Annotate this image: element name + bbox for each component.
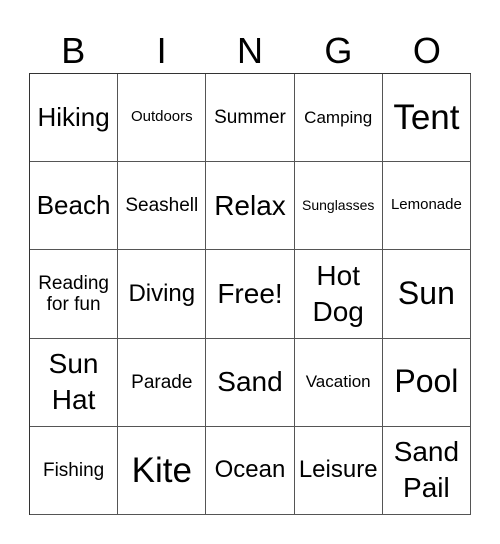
bingo-header: B I N G O bbox=[29, 30, 471, 72]
bingo-cell[interactable]: Relax bbox=[206, 162, 295, 251]
bingo-cell[interactable]: Camping bbox=[294, 74, 383, 163]
bingo-cell[interactable]: Hiking bbox=[30, 74, 119, 163]
bingo-cell[interactable]: Beach bbox=[30, 162, 119, 251]
header-letter-g: G bbox=[324, 30, 353, 71]
bingo-cell[interactable]: Seashell bbox=[118, 162, 207, 251]
bingo-cell[interactable]: Kite bbox=[118, 426, 207, 515]
free-space[interactable]: Free! bbox=[206, 250, 295, 339]
bingo-cell[interactable]: Ocean bbox=[206, 426, 295, 515]
bingo-card: Hiking Outdoors Summer Camping Tent Beac… bbox=[29, 73, 471, 515]
bingo-cell[interactable]: Hot Dog bbox=[294, 250, 383, 339]
bingo-cell[interactable]: Diving bbox=[118, 250, 207, 339]
bingo-cell[interactable]: Parade bbox=[118, 338, 207, 427]
header-letter-o: O bbox=[412, 30, 441, 71]
bingo-cell[interactable]: Outdoors bbox=[118, 74, 207, 163]
bingo-cell[interactable]: Sun Hat bbox=[30, 338, 119, 427]
bingo-cell[interactable]: Vacation bbox=[294, 338, 383, 427]
bingo-cell[interactable]: Reading for fun bbox=[30, 250, 119, 339]
bingo-cell[interactable]: Sand Pail bbox=[382, 426, 471, 515]
header-letter-b: B bbox=[61, 30, 86, 71]
bingo-cell[interactable]: Fishing bbox=[30, 426, 119, 515]
header-letter-i: I bbox=[156, 30, 167, 71]
bingo-cell[interactable]: Lemonade bbox=[382, 162, 471, 251]
bingo-cell[interactable]: Sunglasses bbox=[294, 162, 383, 251]
bingo-cell[interactable]: Tent bbox=[382, 74, 471, 163]
bingo-cell[interactable]: Pool bbox=[382, 338, 471, 427]
header-letter-n: N bbox=[237, 30, 264, 71]
bingo-cell[interactable]: Sand bbox=[206, 338, 295, 427]
bingo-cell[interactable]: Leisure bbox=[294, 426, 383, 515]
bingo-cell[interactable]: Sun bbox=[382, 250, 471, 339]
bingo-cell[interactable]: Summer bbox=[206, 74, 295, 163]
